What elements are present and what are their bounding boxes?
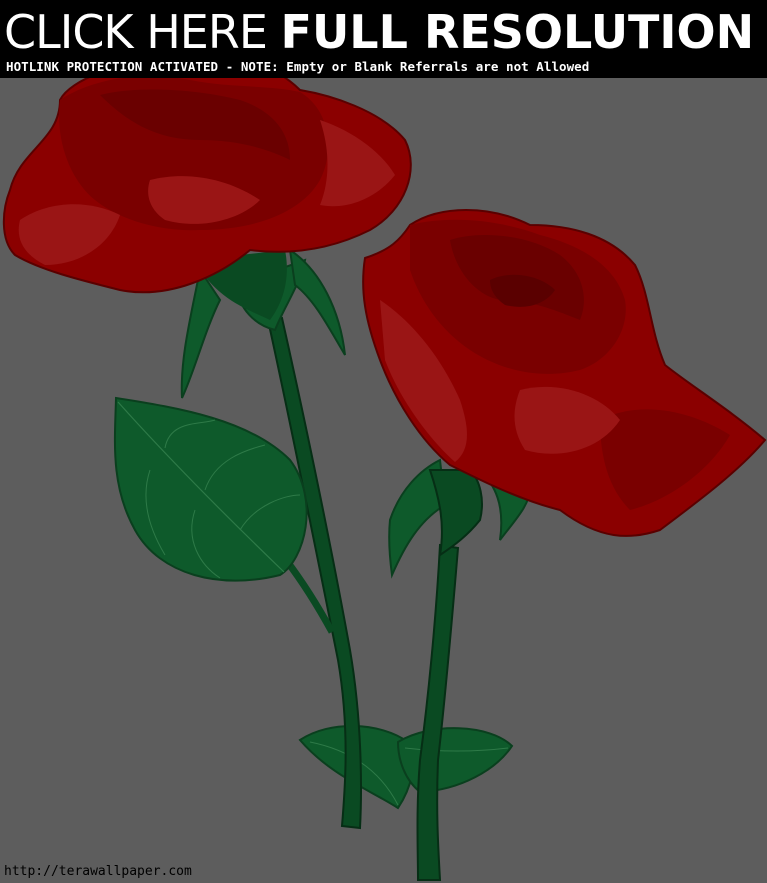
hotlink-notice: HOTLINK PROTECTION ACTIVATED - NOTE: Emp… [6, 59, 590, 74]
banner-headline-bold[interactable]: FULL RESOLUTION [281, 5, 755, 59]
hotlink-banner[interactable]: CLICK HERE FULL RESOLUTION HOTLINK PROTE… [0, 0, 767, 78]
full-resolution-link[interactable]: CLICK HERE FULL RESOLUTION [4, 6, 754, 58]
bottom-leaves [298, 724, 514, 810]
site-watermark: http://terawallpaper.com [4, 864, 192, 879]
left-rose [2, 56, 412, 294]
roses-illustration [2, 56, 767, 881]
banner-headline-light[interactable]: CLICK HERE [4, 5, 268, 59]
